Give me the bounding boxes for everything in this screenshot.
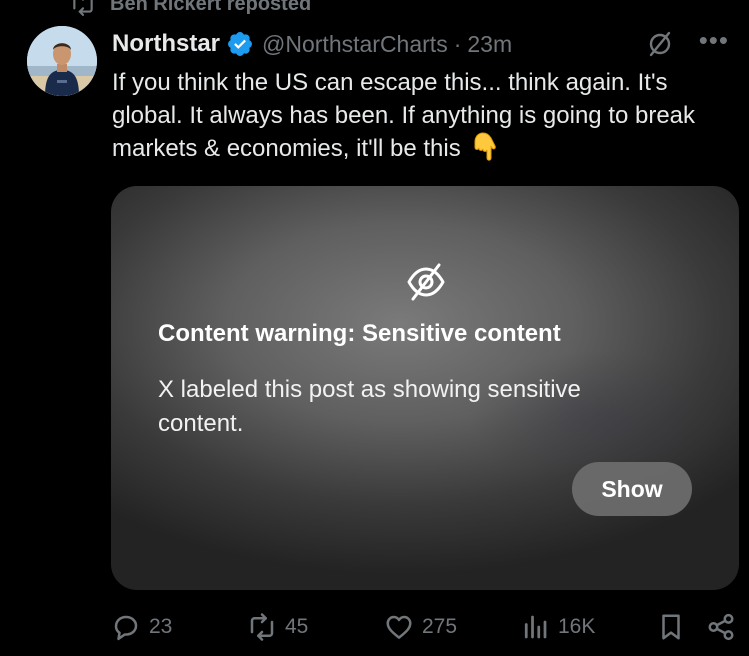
action-bar: 23 45 275 16K: [0, 608, 749, 646]
share-button[interactable]: [706, 608, 736, 646]
views-icon: [524, 615, 547, 639]
repost-indicator[interactable]: Ben Rickert reposted: [70, 0, 311, 17]
post-screen: Ben Rickert reposted Northstar @Northsta…: [0, 0, 749, 656]
like-button[interactable]: 275: [384, 608, 457, 646]
reply-icon: [114, 615, 138, 641]
heart-icon: [386, 615, 412, 639]
bookmark-icon: [662, 614, 680, 640]
reply-button[interactable]: 23: [111, 608, 172, 646]
reply-count: 23: [149, 615, 173, 638]
views-button[interactable]: 16K: [520, 608, 595, 646]
show-button[interactable]: Show: [572, 462, 692, 516]
views-count: 16K: [558, 615, 596, 638]
repost-button[interactable]: 45: [247, 608, 308, 646]
header-separator: ·: [453, 30, 462, 57]
author-handle[interactable]: @NorthstarCharts: [262, 31, 448, 58]
share-icon: [708, 613, 734, 641]
header-icons: •••: [645, 27, 729, 61]
more-icon[interactable]: •••: [699, 27, 729, 53]
repost-icon: [70, 0, 96, 17]
repost-label: Ben Rickert reposted: [110, 0, 312, 15]
post-timestamp[interactable]: 23m: [467, 31, 512, 58]
verified-badge-icon: [228, 32, 252, 56]
post-header: Northstar @NorthstarCharts · 23m •••: [112, 27, 729, 61]
repost-icon: [250, 613, 274, 641]
warning-description: X labeled this post as showing sensitive…: [158, 376, 581, 437]
post-body: If you think the US can escape this... t…: [112, 69, 696, 162]
repost-count: 45: [285, 615, 309, 638]
sensitive-media-card[interactable]: Content warning: Sensitive content X lab…: [111, 186, 739, 590]
backhand-index-pointing-down-icon: [474, 132, 497, 161]
avatar[interactable]: [27, 26, 97, 96]
post-text: If you think the US can escape this... t…: [112, 66, 742, 165]
warning-title: Content warning: Sensitive content: [158, 320, 561, 347]
bookmark-button[interactable]: [656, 608, 686, 646]
like-count: 275: [422, 615, 458, 638]
eye-slash-icon: [405, 262, 447, 302]
grok-icon[interactable]: [645, 29, 675, 59]
author-name[interactable]: Northstar: [112, 30, 220, 58]
